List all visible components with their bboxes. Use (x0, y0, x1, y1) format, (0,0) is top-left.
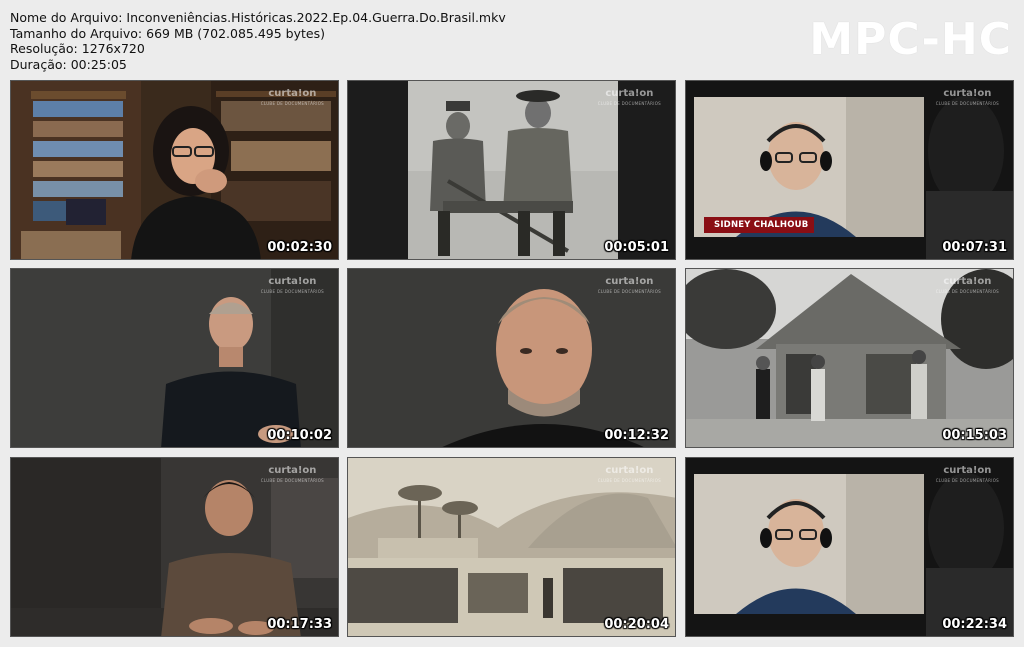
channel-logo: curta!on CLUBE DE DOCUMENTÁRIOS (935, 465, 999, 484)
channel-logo: curta!on CLUBE DE DOCUMENTÁRIOS (260, 465, 324, 484)
thumbnail-2[interactable]: curta!on CLUBE DE DOCUMENTÁRIOS 00:05:01 (347, 80, 676, 260)
timecode: 00:12:32 (604, 428, 669, 443)
channel-logo: curta!on CLUBE DE DOCUMENTÁRIOS (935, 276, 999, 295)
thumbnail-4[interactable]: curta!on CLUBE DE DOCUMENTÁRIOS 00:10:02 (10, 268, 339, 448)
timecode: 00:15:03 (942, 428, 1007, 443)
thumbnail-8[interactable]: curta!on CLUBE DE DOCUMENTÁRIOS 00:20:04 (347, 457, 676, 637)
thumbnail-6[interactable]: curta!on CLUBE DE DOCUMENTÁRIOS 00:15:03 (685, 268, 1014, 448)
timecode: 00:22:34 (942, 617, 1007, 632)
thumbnail-7[interactable]: curta!on CLUBE DE DOCUMENTÁRIOS 00:17:33 (10, 457, 339, 637)
channel-logo: curta!on CLUBE DE DOCUMENTÁRIOS (597, 276, 661, 295)
thumbnail-9[interactable]: curta!on CLUBE DE DOCUMENTÁRIOS 00:22:34 (685, 457, 1014, 637)
channel-logo: curta!on CLUBE DE DOCUMENTÁRIOS (260, 88, 324, 107)
channel-logo: curta!on CLUBE DE DOCUMENTÁRIOS (935, 88, 999, 107)
timecode: 00:07:31 (942, 240, 1007, 255)
thumbnail-3[interactable]: SIDNEY CHALHOUB curta!on CLUBE DE DOCUMEN… (685, 80, 1014, 260)
channel-logo: curta!on CLUBE DE DOCUMENTÁRIOS (597, 88, 661, 107)
timecode: 00:17:33 (267, 617, 332, 632)
timecode: 00:02:30 (267, 240, 332, 255)
thumbnail-5[interactable]: curta!on CLUBE DE DOCUMENTÁRIOS 00:12:32 (347, 268, 676, 448)
channel-logo: curta!on CLUBE DE DOCUMENTÁRIOS (260, 276, 324, 295)
timecode: 00:20:04 (604, 617, 669, 632)
timecode: 00:05:01 (604, 240, 669, 255)
channel-logo: curta!on CLUBE DE DOCUMENTÁRIOS (597, 465, 661, 484)
timecode: 00:10:02 (267, 428, 332, 443)
thumbnail-grid: curta!on CLUBE DE DOCUMENTÁRIOS 00:02:30 … (0, 0, 1024, 647)
lower-third-name: SIDNEY CHALHOUB (704, 217, 815, 233)
thumbnail-1[interactable]: curta!on CLUBE DE DOCUMENTÁRIOS 00:02:30 (10, 80, 339, 260)
